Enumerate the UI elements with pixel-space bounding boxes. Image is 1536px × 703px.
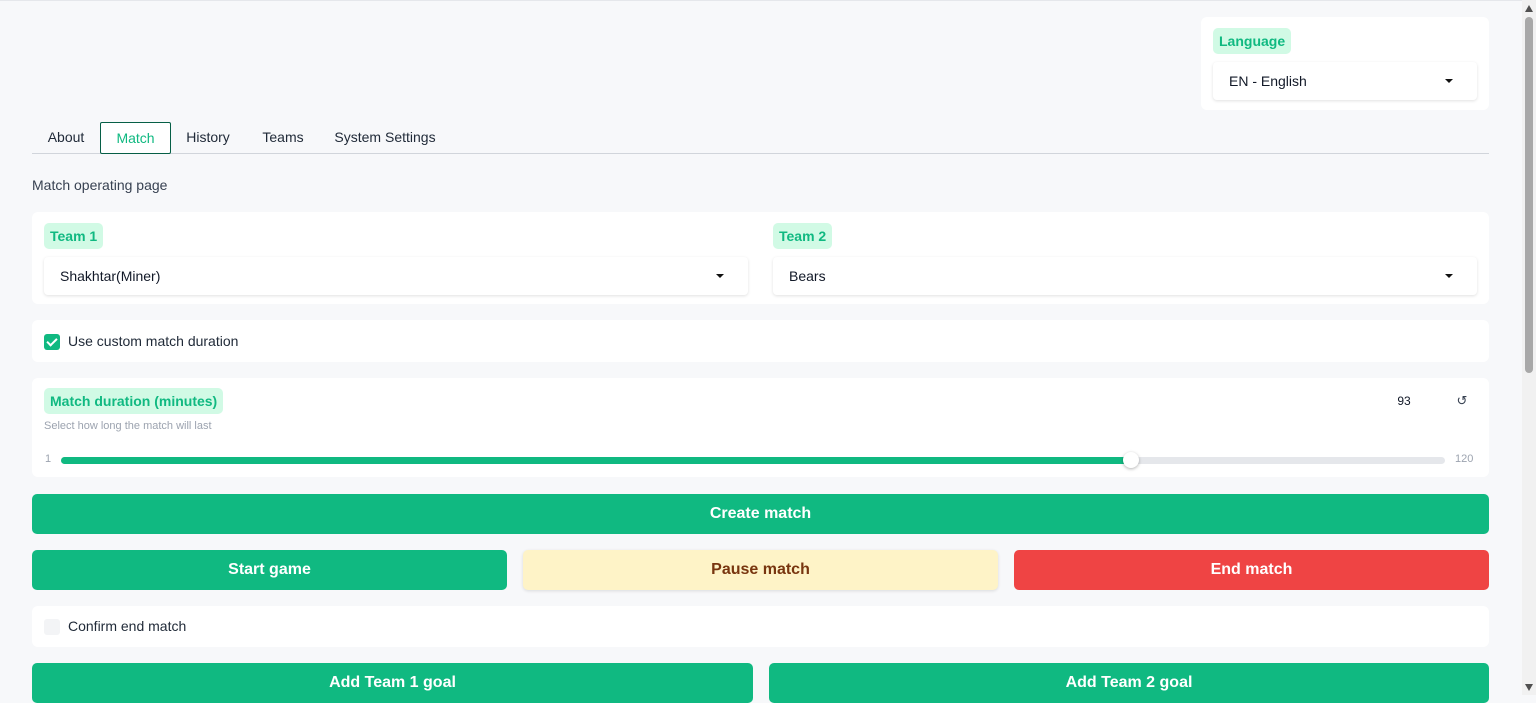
scroll-down-arrow-icon[interactable] (1525, 684, 1533, 691)
confirm-end-label: Confirm end match (68, 618, 187, 634)
scroll-up-arrow-icon[interactable] (1525, 5, 1533, 12)
scrollbar-thumb[interactable] (1525, 17, 1533, 373)
main-tabs: About Match History Teams System Setting… (32, 121, 1489, 154)
team2-select-value: Bears (789, 268, 826, 284)
team1-select[interactable]: Shakhtar(Miner) (44, 257, 748, 295)
team1-label: Team 1 (44, 223, 104, 249)
reset-icon[interactable]: ↺ (1448, 389, 1476, 413)
add-team2-goal-button[interactable]: Add Team 2 goal (769, 663, 1489, 703)
caret-down-icon (716, 274, 724, 278)
duration-slider-track[interactable] (61, 452, 1445, 468)
slider-max-label: 120 (1455, 453, 1474, 465)
duration-slider-fill (61, 457, 1131, 464)
tab-history[interactable]: History (178, 122, 238, 154)
teams-card: Team 1 Shakhtar(Miner) Team 2 Bears (32, 212, 1489, 304)
caret-down-icon (1445, 274, 1453, 278)
team1-select-value: Shakhtar(Miner) (60, 268, 161, 284)
top-divider (0, 0, 1522, 1)
language-label: Language (1213, 28, 1292, 54)
add-team1-goal-button[interactable]: Add Team 1 goal (32, 663, 753, 703)
team2-select[interactable]: Bears (773, 257, 1477, 295)
duration-slider-handle[interactable] (1122, 452, 1139, 468)
tab-teams[interactable]: Teams (254, 122, 312, 154)
custom-duration-checkbox[interactable] (44, 334, 60, 350)
tab-system-settings[interactable]: System Settings (328, 122, 442, 154)
language-select[interactable]: EN - English (1213, 62, 1477, 100)
duration-hint: Select how long the match will last (44, 420, 212, 432)
slider-min-label: 1 (45, 453, 52, 465)
confirm-end-checkbox[interactable] (44, 619, 60, 635)
start-game-button[interactable]: Start game (32, 550, 507, 590)
confirm-end-card: Confirm end match (32, 606, 1489, 647)
custom-duration-card: Use custom match duration (32, 320, 1489, 362)
tab-match[interactable]: Match (100, 122, 171, 154)
pause-match-button[interactable]: Pause match (523, 550, 998, 590)
caret-down-icon (1445, 79, 1453, 83)
tab-about[interactable]: About (36, 122, 96, 154)
language-select-value: EN - English (1229, 73, 1307, 89)
page-subtitle: Match operating page (32, 177, 168, 193)
language-card: Language EN - English (1201, 17, 1489, 110)
end-match-button[interactable]: End match (1014, 550, 1489, 590)
create-match-button[interactable]: Create match (32, 494, 1489, 534)
page-scrollbar[interactable] (1522, 0, 1536, 695)
duration-label: Match duration (minutes) (44, 388, 224, 414)
duration-number-input[interactable]: 93 (1372, 391, 1436, 411)
custom-duration-label: Use custom match duration (68, 333, 239, 349)
team2-label: Team 2 (773, 223, 833, 249)
